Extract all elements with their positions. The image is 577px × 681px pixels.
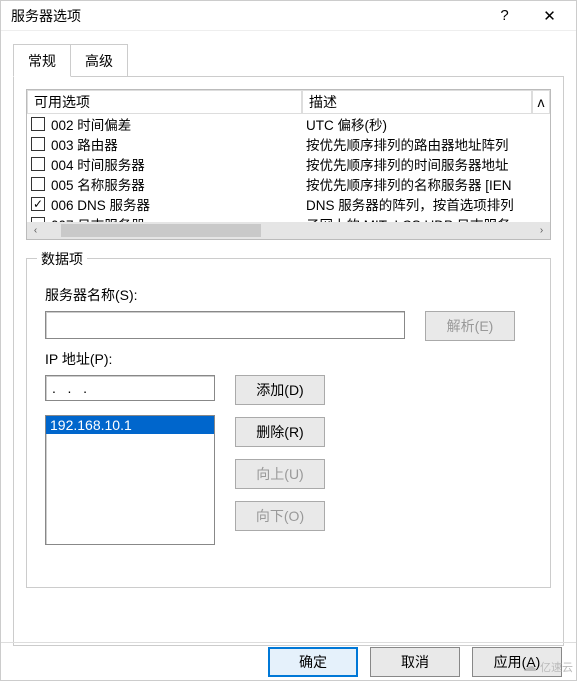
- option-row[interactable]: 002 时间偏差 UTC 偏移(秒): [27, 114, 550, 134]
- tab-advanced[interactable]: 高级: [71, 44, 128, 77]
- tab-strip: 常规 高级: [13, 43, 564, 76]
- checkbox-icon[interactable]: [31, 157, 45, 171]
- checkbox-icon[interactable]: [31, 117, 45, 131]
- option-name: 002 时间偏差: [51, 114, 131, 134]
- option-desc: UTC 偏移(秒): [302, 114, 550, 134]
- server-name-label: 服务器名称(S):: [45, 285, 532, 305]
- dialog-footer: 确定 取消 应用(A): [1, 642, 576, 680]
- option-name: 005 名称服务器: [51, 174, 145, 194]
- option-desc: DNS 服务器的阵列，按首选项排列: [302, 194, 550, 214]
- server-name-input[interactable]: [45, 311, 405, 339]
- option-row[interactable]: 003 路由器 按优先顺序排列的路由器地址阵列: [27, 134, 550, 154]
- dataitem-fieldset: 数据项 服务器名称(S): 解析(E) IP 地址(P): 192.168.10…: [26, 258, 551, 588]
- scroll-thumb[interactable]: [61, 224, 261, 237]
- move-up-button[interactable]: 向上(U): [235, 459, 325, 489]
- checkbox-icon[interactable]: [31, 137, 45, 151]
- watermark: ☁ 亿速云: [523, 658, 573, 675]
- move-down-button[interactable]: 向下(O): [235, 501, 325, 531]
- options-listbox: 可用选项 描述 ʌ 002 时间偏差 UTC 偏移(秒) 003 路由器 按优先…: [26, 89, 551, 240]
- option-desc: 按优先顺序排列的时间服务器地址: [302, 154, 550, 174]
- resolve-button[interactable]: 解析(E): [425, 311, 515, 341]
- ip-address-input[interactable]: [45, 375, 215, 401]
- scroll-left-icon[interactable]: ‹: [27, 222, 44, 239]
- tab-body-general: 可用选项 描述 ʌ 002 时间偏差 UTC 偏移(秒) 003 路由器 按优先…: [13, 76, 564, 646]
- scroll-track[interactable]: [44, 222, 533, 239]
- titlebar: 服务器选项 ? ✕: [1, 1, 576, 31]
- col-header-available[interactable]: 可用选项: [27, 90, 302, 114]
- close-button[interactable]: ✕: [527, 1, 572, 31]
- ip-list-item-selected[interactable]: 192.168.10.1: [46, 416, 214, 434]
- option-desc: 按优先顺序排列的路由器地址阵列: [302, 134, 550, 154]
- col-header-scroll-up[interactable]: ʌ: [532, 90, 550, 114]
- remove-button[interactable]: 删除(R): [235, 417, 325, 447]
- option-row[interactable]: 005 名称服务器 按优先顺序排列的名称服务器 [IEN: [27, 174, 550, 194]
- option-name: 003 路由器: [51, 134, 118, 154]
- option-name: 004 时间服务器: [51, 154, 145, 174]
- h-scrollbar[interactable]: ‹ ›: [27, 222, 550, 239]
- col-header-description[interactable]: 描述: [302, 90, 532, 114]
- ok-button[interactable]: 确定: [268, 647, 358, 677]
- dataitem-legend: 数据项: [37, 249, 87, 269]
- window-title: 服务器选项: [11, 6, 482, 26]
- cancel-button[interactable]: 取消: [370, 647, 460, 677]
- ip-list[interactable]: 192.168.10.1: [45, 415, 215, 545]
- add-button[interactable]: 添加(D): [235, 375, 325, 405]
- cloud-icon: ☁: [523, 658, 537, 675]
- option-desc: 按优先顺序排列的名称服务器 [IEN: [302, 174, 550, 194]
- checkbox-icon[interactable]: ✓: [31, 197, 45, 211]
- option-row[interactable]: 007 日志服务器 子网上的 MIT_LCS UDP 日志服务: [27, 214, 550, 222]
- option-row[interactable]: 004 时间服务器 按优先顺序排列的时间服务器地址: [27, 154, 550, 174]
- watermark-text: 亿速云: [540, 659, 573, 675]
- checkbox-icon[interactable]: [31, 177, 45, 191]
- option-name: 007 日志服务器: [51, 214, 145, 222]
- scroll-right-icon[interactable]: ›: [533, 222, 550, 239]
- option-row[interactable]: ✓ 006 DNS 服务器 DNS 服务器的阵列，按首选项排列: [27, 194, 550, 214]
- help-button[interactable]: ?: [482, 1, 527, 31]
- option-name: 006 DNS 服务器: [51, 194, 150, 214]
- ip-address-label: IP 地址(P):: [45, 349, 532, 369]
- option-desc: 子网上的 MIT_LCS UDP 日志服务: [302, 214, 550, 222]
- tab-general[interactable]: 常规: [13, 44, 71, 77]
